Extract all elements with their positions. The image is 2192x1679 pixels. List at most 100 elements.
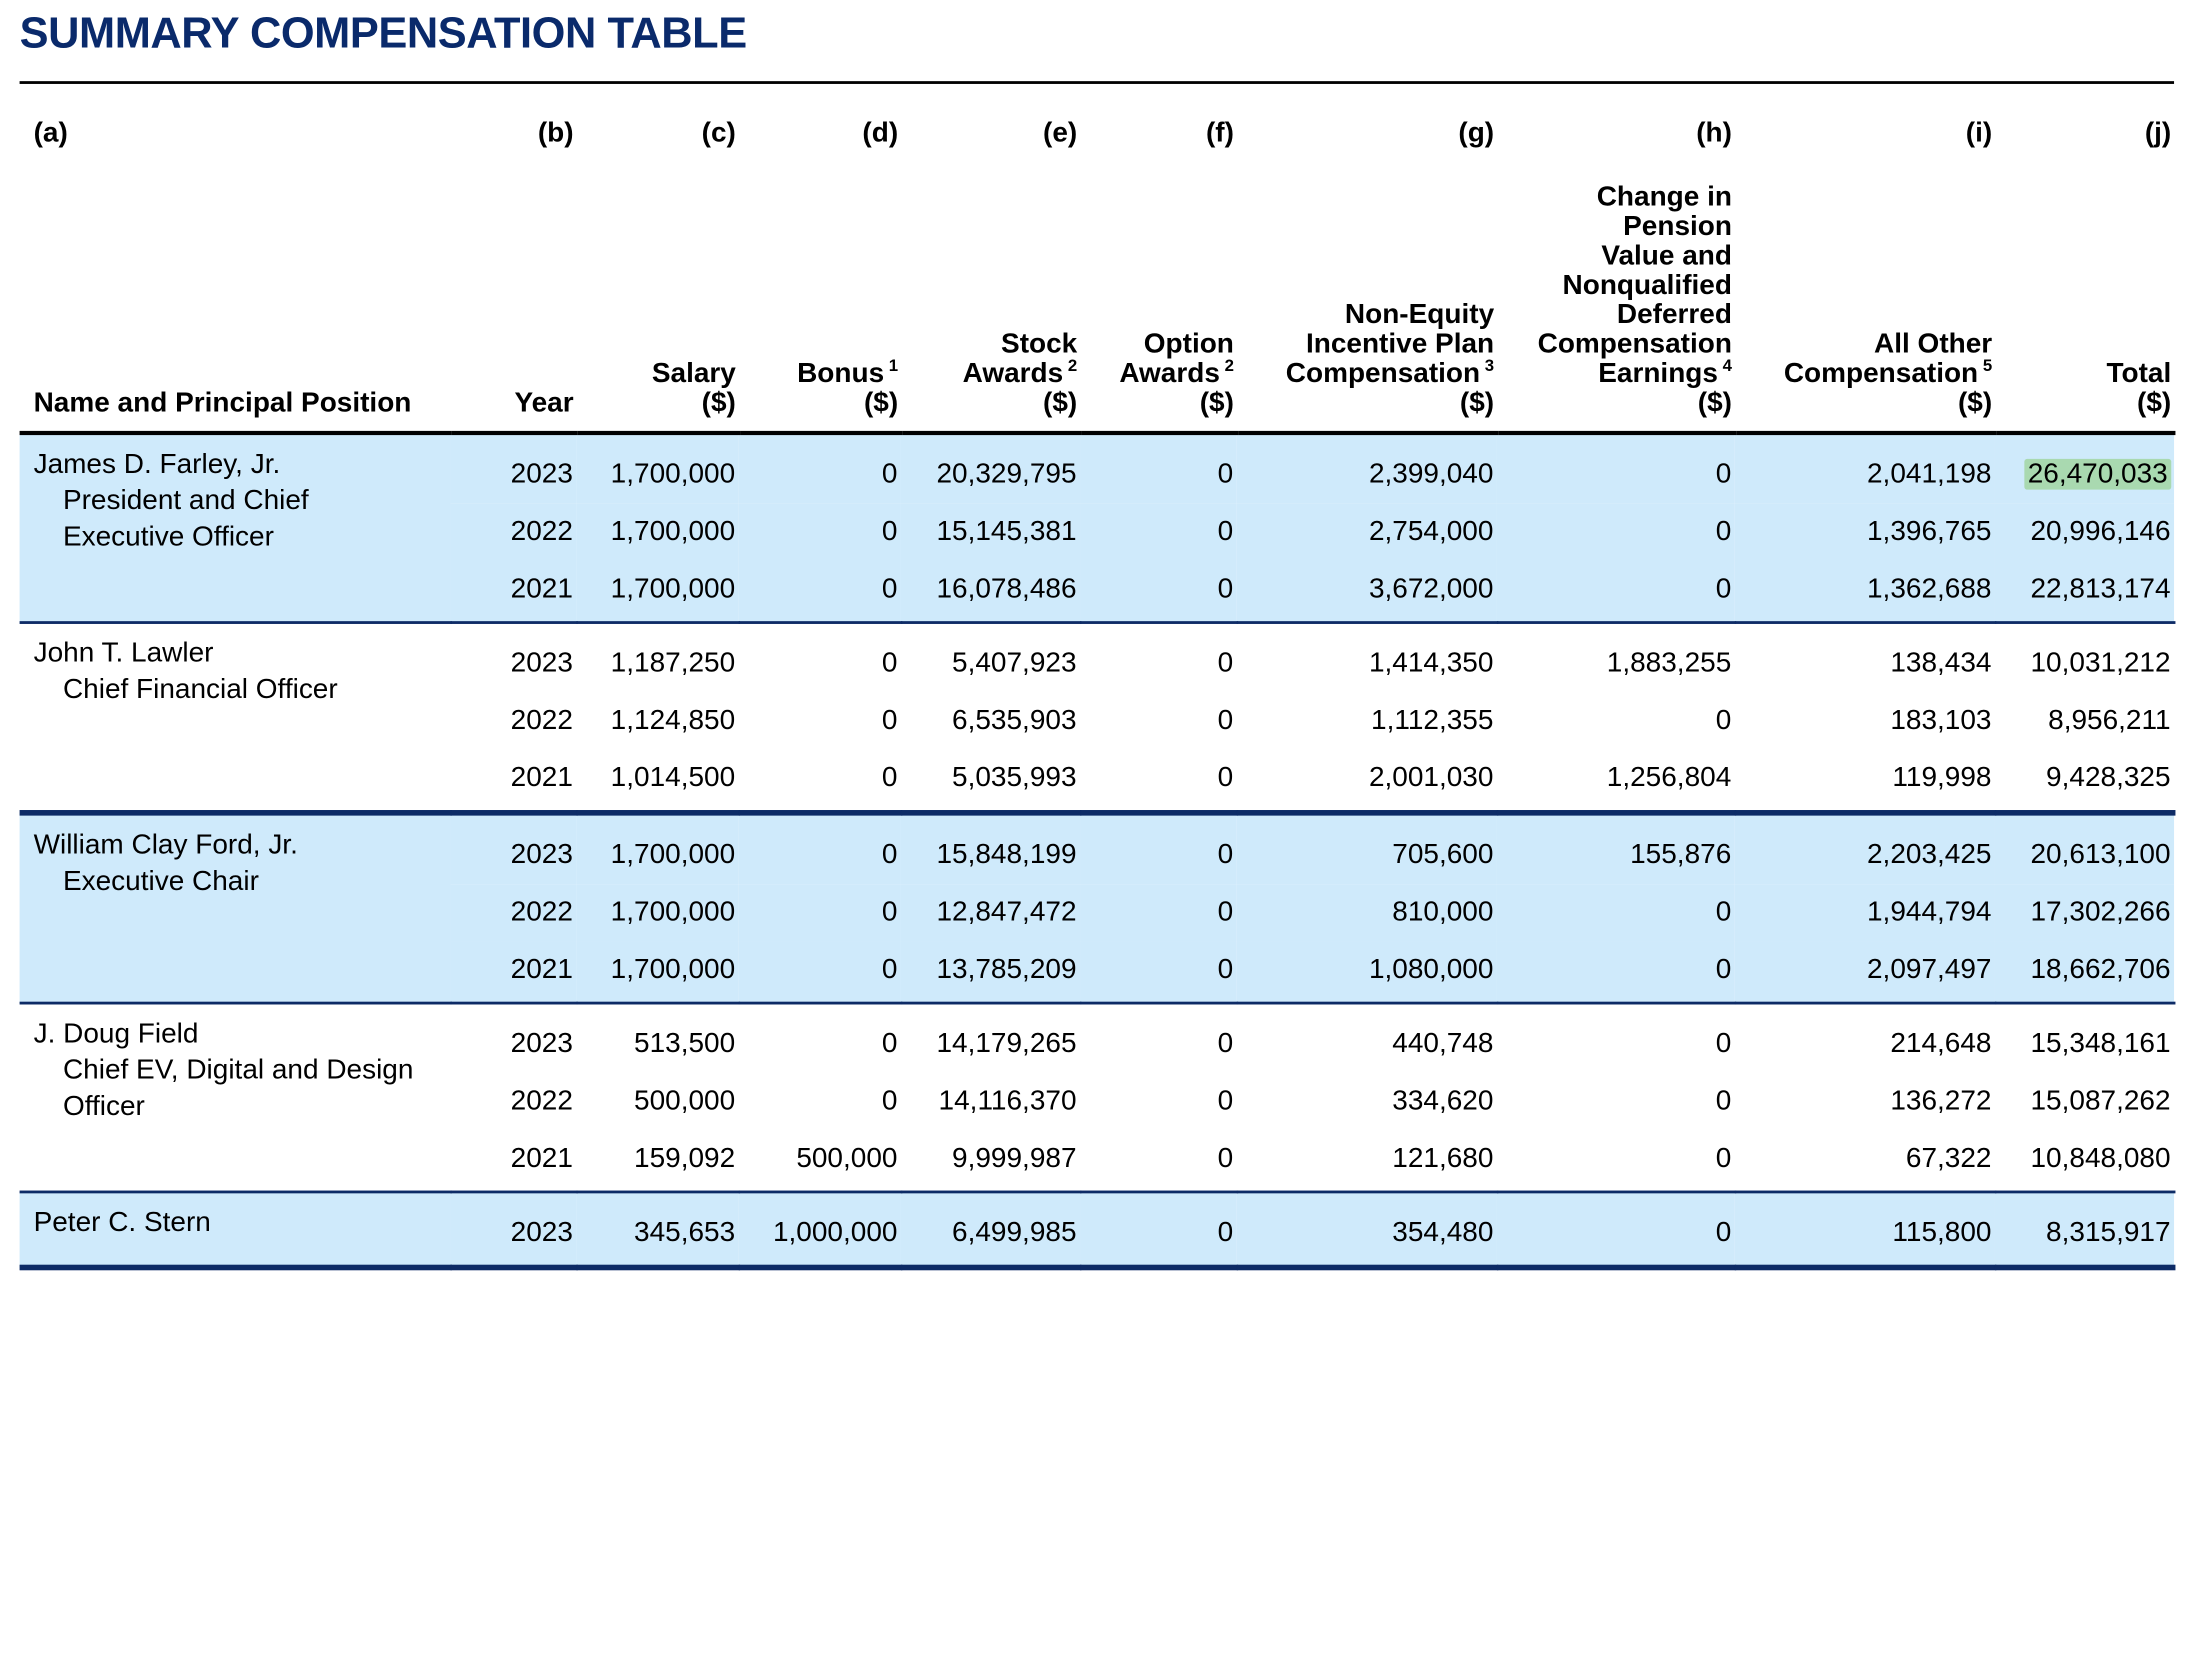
- cell-pension: 0: [1715, 1142, 1732, 1174]
- cell-stock: 14,179,265: [936, 1028, 1077, 1060]
- executive-position: President and Chief: [62, 485, 309, 517]
- footnote-marker: 2: [1063, 355, 1078, 376]
- header-line: Awards: [1119, 358, 1220, 389]
- cell-non-equity: 440,748: [1392, 1028, 1494, 1060]
- executive-group: John T. Lawler Chief Financial Officer 202…: [19, 623, 2175, 813]
- cell-salary: 1,187,250: [610, 647, 736, 679]
- cell-option: 0: [1080, 432, 1237, 504]
- header-line: All Other: [1874, 328, 1993, 360]
- executive-name: Peter C. Stern: [33, 1207, 211, 1239]
- header-line: Deferred: [1616, 299, 1732, 331]
- cell-salary: 513,500: [634, 1028, 736, 1060]
- table-row: Peter C. Stern 2023 345,653 1,000,000 6,499,…: [19, 1191, 2175, 1268]
- cell-stock: 14,116,370: [938, 1085, 1077, 1117]
- column-header-bonus: Bonus 1 ($): [738, 152, 901, 436]
- column-header-name: Name and Principal Position: [19, 152, 451, 436]
- cell-salary: 159,092: [634, 1142, 736, 1174]
- cell-salary: 1,700,000: [576, 503, 739, 561]
- cell-non-equity: 705,600: [1236, 812, 1497, 885]
- cell-year: 2022: [510, 1085, 573, 1117]
- column-letter-row: (a) (b) (c) (d) (e) (f) (g) (h) (i) (j): [20, 87, 2174, 153]
- column-letter-name: (a): [33, 117, 68, 149]
- column-letter-other: (i): [1965, 117, 1993, 149]
- summary-compensation-table: (a) (b) (c) (d) (e) (f) (g) (h) (i) (j) Name and …: [19, 87, 2175, 1271]
- executive-name-cell: Peter C. Stern: [19, 1191, 451, 1268]
- cell-bonus: 0: [881, 1085, 898, 1117]
- cell-option: 0: [1080, 1191, 1237, 1268]
- cell-stock: 15,848,199: [900, 812, 1081, 885]
- cell-stock: 12,847,472: [900, 884, 1081, 942]
- cell-year: 2021: [450, 560, 577, 623]
- cell-bonus: 1,000,000: [738, 1191, 901, 1268]
- header-line: ($): [2137, 387, 2172, 419]
- footnote-marker: 4: [1717, 355, 1732, 376]
- cell-non-equity: 121,680: [1392, 1142, 1494, 1174]
- cell-other: 183,103: [1890, 705, 1992, 736]
- header-line: Compensation: [1537, 328, 1732, 360]
- cell-year: 2023: [510, 1028, 573, 1060]
- cell-year: 2021: [450, 941, 577, 1004]
- cell-option: 0: [1217, 1142, 1234, 1174]
- cell-option: 0: [1080, 812, 1237, 885]
- column-header-row: Name and Principal Position Year Salary ($)…: [19, 152, 2175, 436]
- cell-salary: 1,700,000: [576, 560, 739, 623]
- executive-name-cell: John T. Lawler Chief Financial Officer: [20, 623, 451, 813]
- cell-salary: 500,000: [634, 1085, 736, 1117]
- cell-bonus: 500,000: [796, 1142, 898, 1174]
- executive-name: James D. Farley, Jr.: [33, 449, 281, 480]
- header-line: Bonus: [797, 358, 885, 389]
- cell-bonus: 0: [881, 762, 898, 794]
- cell-salary: 1,700,000: [576, 941, 739, 1004]
- cell-option: 0: [1080, 503, 1237, 561]
- column-header-year: Year: [450, 152, 577, 436]
- cell-total: 20,996,146: [1994, 503, 2175, 561]
- cell-total: 10,848,080: [2030, 1142, 2171, 1174]
- cell-total: 26,470,033: [1994, 432, 2175, 504]
- table-row: William Clay Ford, Jr. Executive Chair 202…: [19, 812, 2175, 1004]
- page-title: SUMMARY COMPENSATION TABLE: [19, 8, 748, 58]
- cell-non-equity: 334,620: [1392, 1085, 1494, 1117]
- executive-group: James D. Farley, Jr. President and Chief E…: [19, 432, 2175, 623]
- cell-pension: 0: [1496, 941, 1735, 1004]
- column-letter-non-equity: (g): [1458, 117, 1495, 149]
- cell-year: 2021: [510, 1142, 573, 1174]
- header-line: ($): [701, 387, 736, 419]
- column-header-option: Option Awards 2 ($): [1080, 152, 1237, 436]
- header-line: Compensation: [1285, 358, 1481, 389]
- executive-position: Officer: [62, 1091, 145, 1122]
- cell-stock: 15,145,381: [900, 503, 1081, 561]
- cell-total: 10,031,212: [2030, 647, 2171, 679]
- header-line: Total: [2106, 358, 2172, 389]
- header-line: ($): [1459, 387, 1495, 419]
- cell-other: 1,396,765: [1734, 503, 1995, 561]
- cell-pension: 0: [1715, 1085, 1732, 1117]
- cell-pension: 0: [1496, 1191, 1735, 1268]
- cell-non-equity: 354,480: [1236, 1191, 1497, 1268]
- cell-total: 15,087,262: [2030, 1085, 2171, 1117]
- cell-pension: 0: [1496, 503, 1735, 561]
- cell-option: 0: [1217, 762, 1234, 794]
- cell-pension: 0: [1496, 432, 1735, 504]
- table-row: John T. Lawler Chief Financial Officer 202…: [20, 623, 2174, 705]
- cell-non-equity: 1,112,355: [1371, 705, 1494, 736]
- executive-group: William Clay Ford, Jr. Executive Chair 202…: [19, 812, 2175, 1004]
- cell-year: 2023: [450, 432, 577, 504]
- cell-other: 136,272: [1890, 1085, 1992, 1117]
- column-letter-total: (j): [2144, 117, 2172, 149]
- cell-option: 0: [1217, 1085, 1234, 1117]
- table-row: J. Doug Field Chief EV, Digital and Desig…: [20, 1003, 2174, 1122]
- column-header-other: All Other Compensation 5 ($): [1734, 152, 1995, 436]
- cell-other: 119,998: [1892, 762, 1992, 794]
- header-line: Non-Equity: [1344, 299, 1495, 331]
- cell-non-equity: 1,080,000: [1236, 941, 1497, 1004]
- cell-other: 67,322: [1905, 1142, 1992, 1174]
- cell-stock: 6,499,985: [900, 1191, 1081, 1268]
- cell-total: 8,315,917: [1994, 1191, 2175, 1268]
- cell-pension: 1,256,804: [1606, 762, 1732, 794]
- cell-non-equity: 2,001,030: [1368, 762, 1494, 794]
- column-letter-stock: (e): [1043, 117, 1078, 149]
- cell-stock: 13,785,209: [900, 941, 1081, 1004]
- cell-pension: 155,876: [1496, 812, 1735, 885]
- column-header-stock: Stock Awards 2 ($): [900, 152, 1081, 436]
- cell-stock: 9,999,987: [952, 1142, 1077, 1174]
